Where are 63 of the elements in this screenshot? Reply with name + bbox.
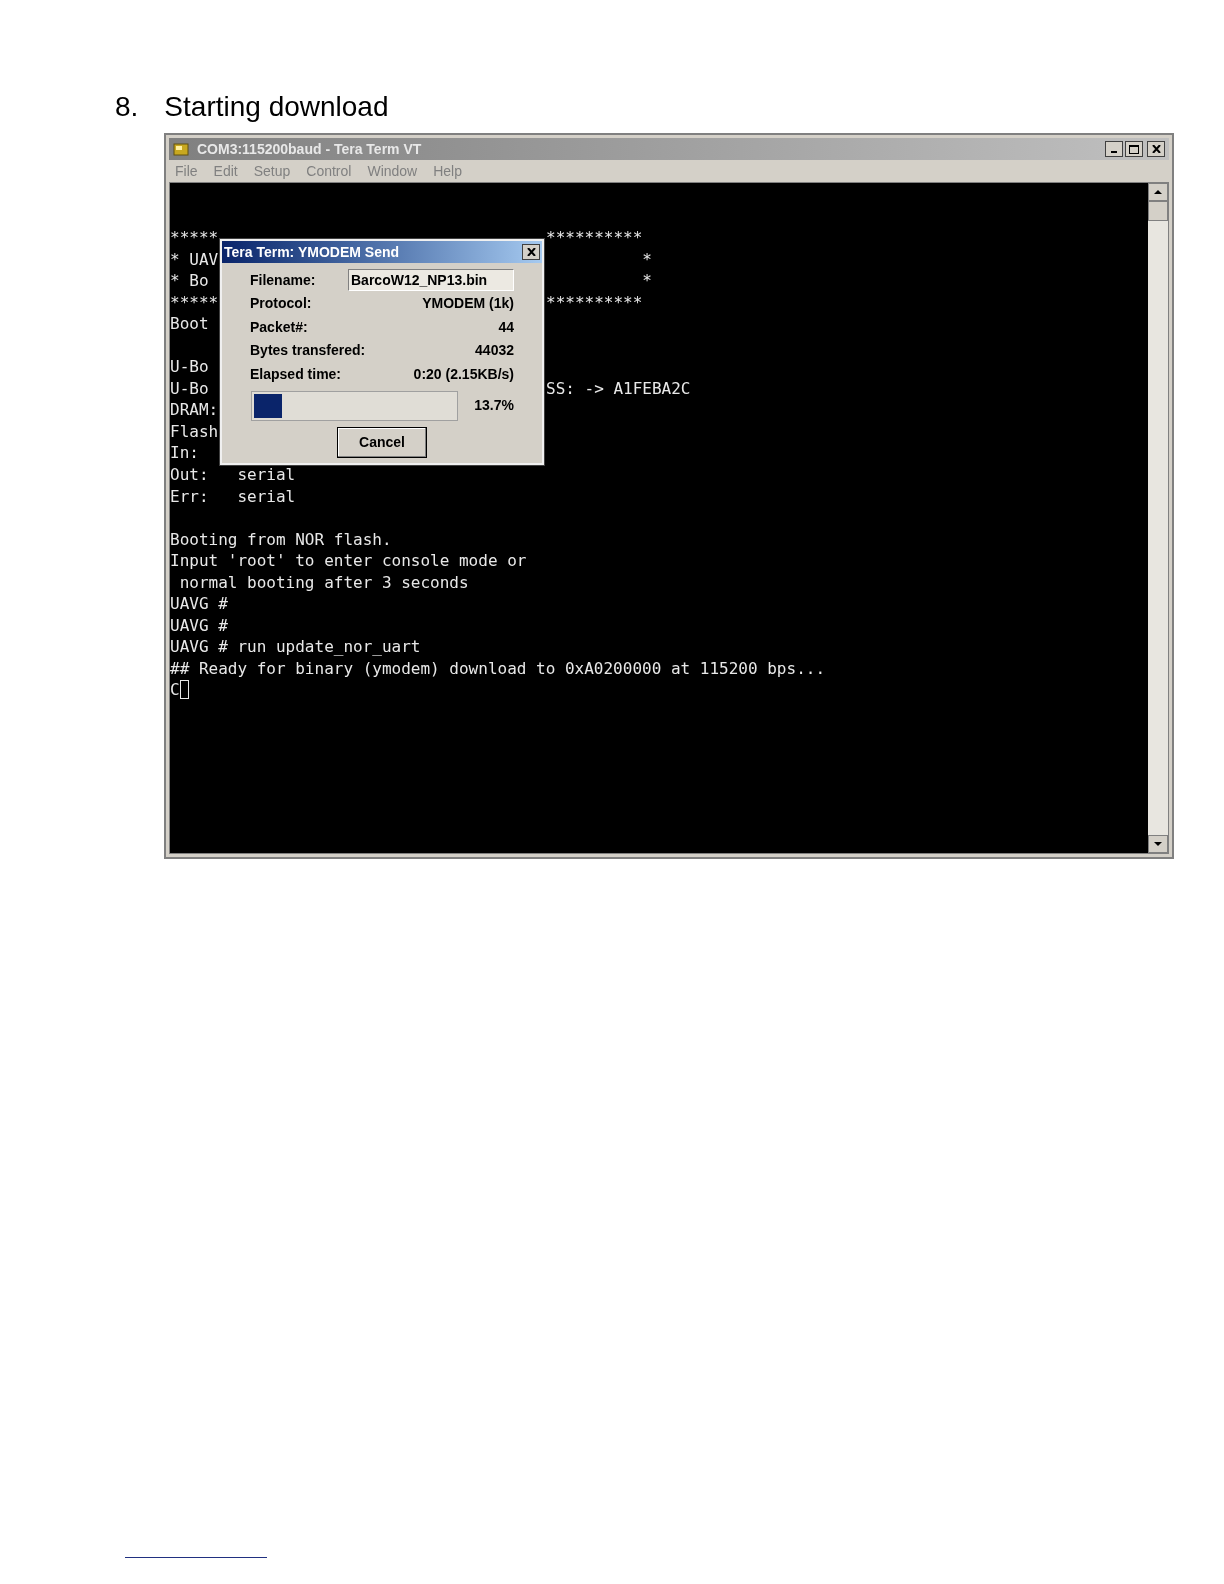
field-label: Bytes transfered: [250, 341, 366, 361]
terminal-line: In: [170, 442, 199, 464]
terminal-line: * Bo [170, 270, 209, 292]
window-title: COM3:115200baud - Tera Term VT [197, 139, 422, 159]
menu-item[interactable]: Help [433, 160, 462, 182]
terminal-line: ***** [170, 291, 219, 314]
field-value: 0:20 (2.15KB/s) [413, 364, 514, 384]
terminal-line: * [641, 248, 652, 271]
terminal-line: normal booting after 3 seconds [178, 571, 469, 594]
maximize-button[interactable] [1125, 141, 1143, 157]
menu-item[interactable]: Edit [213, 160, 238, 182]
terminal-line: U-Bo [170, 356, 209, 378]
scroll-down-button[interactable] [1148, 835, 1168, 853]
up-arrow-icon [1154, 190, 1162, 194]
field-label: Filename: [250, 270, 316, 290]
field-label: Packet#: [250, 317, 308, 337]
menu-item[interactable]: File [175, 160, 198, 182]
close-icon [1151, 145, 1161, 153]
terminal-line: Err: serial [170, 485, 296, 508]
terminal-line: ***** [170, 227, 219, 249]
field-label: Elapsed time: [250, 364, 342, 384]
terminal-line: Input 'root' to enter console mode or [170, 550, 527, 572]
field-value: 44032 [475, 341, 514, 361]
filename-field[interactable]: BarcoW12_NP13.bin [348, 269, 514, 292]
terminal-line: * UAV [170, 248, 219, 271]
section-number: 8. [115, 90, 139, 124]
text-cursor [179, 680, 189, 700]
section-heading: Starting download [164, 90, 389, 124]
terminal-line: SS: -> A1FEBA2C [546, 377, 691, 400]
scroll-up-button[interactable] [1148, 183, 1168, 201]
terminal-line: UAVG # [170, 614, 228, 637]
progress-percent: 13.7% [474, 396, 514, 415]
terminal-line: C [170, 679, 180, 702]
terminal-line: U-Bo [170, 377, 209, 400]
terminal-line: ## Ready for binary (ymodem) download to 0xA0200000 at 115200 bps... [170, 657, 826, 680]
terminal-line: Booting from NOR flash. [170, 528, 392, 551]
terminal-line: ********** [546, 291, 643, 314]
field-label: Protocol: [250, 294, 312, 314]
close-icon [526, 248, 536, 256]
terminal-line: Flash [170, 420, 219, 443]
terminal-line: UAVG # [170, 593, 228, 615]
down-arrow-icon [1154, 842, 1162, 846]
maximize-icon [1129, 144, 1139, 154]
cancel-button[interactable]: Cancel [337, 426, 427, 458]
terminal-line: ********** [546, 227, 643, 249]
terminal-line: Out: serial [170, 464, 296, 486]
menu-item[interactable]: Window [367, 160, 418, 182]
field-value: 44 [498, 317, 514, 337]
terminal-line: DRAM: [170, 399, 219, 421]
app-icon [173, 142, 189, 156]
close-button[interactable] [1147, 141, 1165, 157]
field-value: YMODEM (1k) [422, 294, 514, 314]
minimize-icon [1111, 151, 1117, 153]
dialog-close-button[interactable] [522, 244, 540, 260]
dialog-title: Tera Term: YMODEM Send [224, 242, 400, 262]
terminal-line: UAVG # run update_nor_uart [170, 636, 421, 658]
minimize-button[interactable] [1105, 141, 1123, 157]
scroll-thumb[interactable] [1148, 201, 1168, 221]
menu-item[interactable]: Setup [253, 160, 291, 182]
scrollbar[interactable] [1148, 183, 1168, 853]
terminal-line: Boot [170, 313, 209, 335]
terminal-line: * [641, 270, 652, 292]
menu-item[interactable]: Control [306, 160, 352, 182]
